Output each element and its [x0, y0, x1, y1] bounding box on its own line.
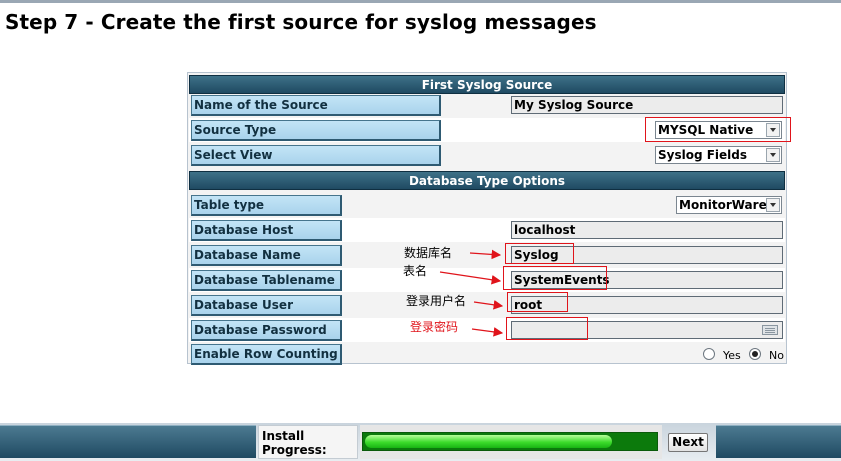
install-progress-label-line2: Progress:	[262, 443, 327, 457]
annotation-database-name: 数据库名	[404, 246, 453, 260]
table-type-select[interactable]: MonitorWare	[676, 196, 782, 214]
table-type-label: Table type	[191, 195, 342, 216]
annotation-password: 登录密码	[410, 320, 459, 334]
row-select-view: Select View Syslog Fields	[189, 143, 785, 167]
database-name-label: Database Name	[191, 245, 342, 266]
select-view-selected-value: Syslog Fields	[658, 148, 748, 162]
install-progress-label-line1: Install	[262, 429, 305, 443]
chevron-down-icon[interactable]	[766, 198, 780, 212]
highlight-box-database-user	[507, 292, 568, 312]
page-title: Step 7 - Create the first source for sys…	[5, 10, 597, 34]
database-password-label: Database Password	[191, 320, 342, 341]
row-database-name: Database Name Syslog	[189, 243, 785, 267]
source-name-input[interactable]: My Syslog Source	[511, 96, 783, 114]
highlight-box-database-name	[505, 243, 574, 264]
install-progress-label: Install Progress:	[258, 425, 358, 459]
row-counting-no-radio[interactable]	[749, 348, 761, 360]
section-header-first-syslog-source: First Syslog Source	[189, 75, 785, 94]
keyboard-icon[interactable]	[762, 325, 778, 335]
top-border	[0, 0, 841, 3]
footer-bar: Install Progress: Next	[0, 423, 841, 461]
row-database-tablename: Database Tablename SystemEvents	[189, 268, 785, 292]
row-database-host: Database Host localhost	[189, 218, 785, 242]
select-view-label: Select View	[191, 145, 441, 166]
annotation-user: 登录用户名	[406, 294, 467, 308]
footer-decor-left	[0, 425, 256, 458]
database-tablename-label: Database Tablename	[191, 270, 342, 291]
footer-decor-right	[716, 425, 841, 458]
row-counting-yes-radio[interactable]	[703, 348, 715, 360]
select-view-select[interactable]: Syslog Fields	[655, 146, 782, 164]
section-header-database-type-options: Database Type Options	[189, 171, 785, 190]
row-table-type: Table type MonitorWare	[189, 193, 785, 217]
row-counting-yes-label: Yes	[723, 349, 741, 362]
progress-bar	[362, 432, 658, 451]
chevron-down-icon[interactable]	[766, 148, 780, 162]
row-counting-no-label: No	[769, 349, 784, 362]
database-user-label: Database User	[191, 295, 342, 316]
enable-row-counting-label: Enable Row Counting	[191, 344, 342, 365]
row-database-password: Database Password	[189, 318, 785, 342]
source-name-label: Name of the Source	[191, 95, 441, 116]
highlight-box-database-tablename	[503, 266, 607, 290]
database-host-label: Database Host	[191, 220, 342, 241]
row-source-name: Name of the Source My Syslog Source	[189, 93, 785, 117]
table-type-selected-value: MonitorWare	[679, 198, 767, 212]
next-button[interactable]: Next	[668, 433, 708, 452]
database-host-input[interactable]: localhost	[511, 221, 783, 239]
source-config-panel: First Syslog Source Name of the Source M…	[187, 72, 787, 366]
source-type-label: Source Type	[191, 120, 441, 141]
highlight-box-database-password	[506, 317, 588, 340]
progress-bar-fill	[365, 435, 612, 448]
install-progress	[360, 425, 662, 459]
highlight-box-source-type	[645, 117, 791, 142]
row-enable-row-counting: Enable Row Counting Yes No	[189, 342, 785, 366]
annotation-table-name: 表名	[403, 264, 428, 278]
row-database-user: Database User root	[189, 293, 785, 317]
